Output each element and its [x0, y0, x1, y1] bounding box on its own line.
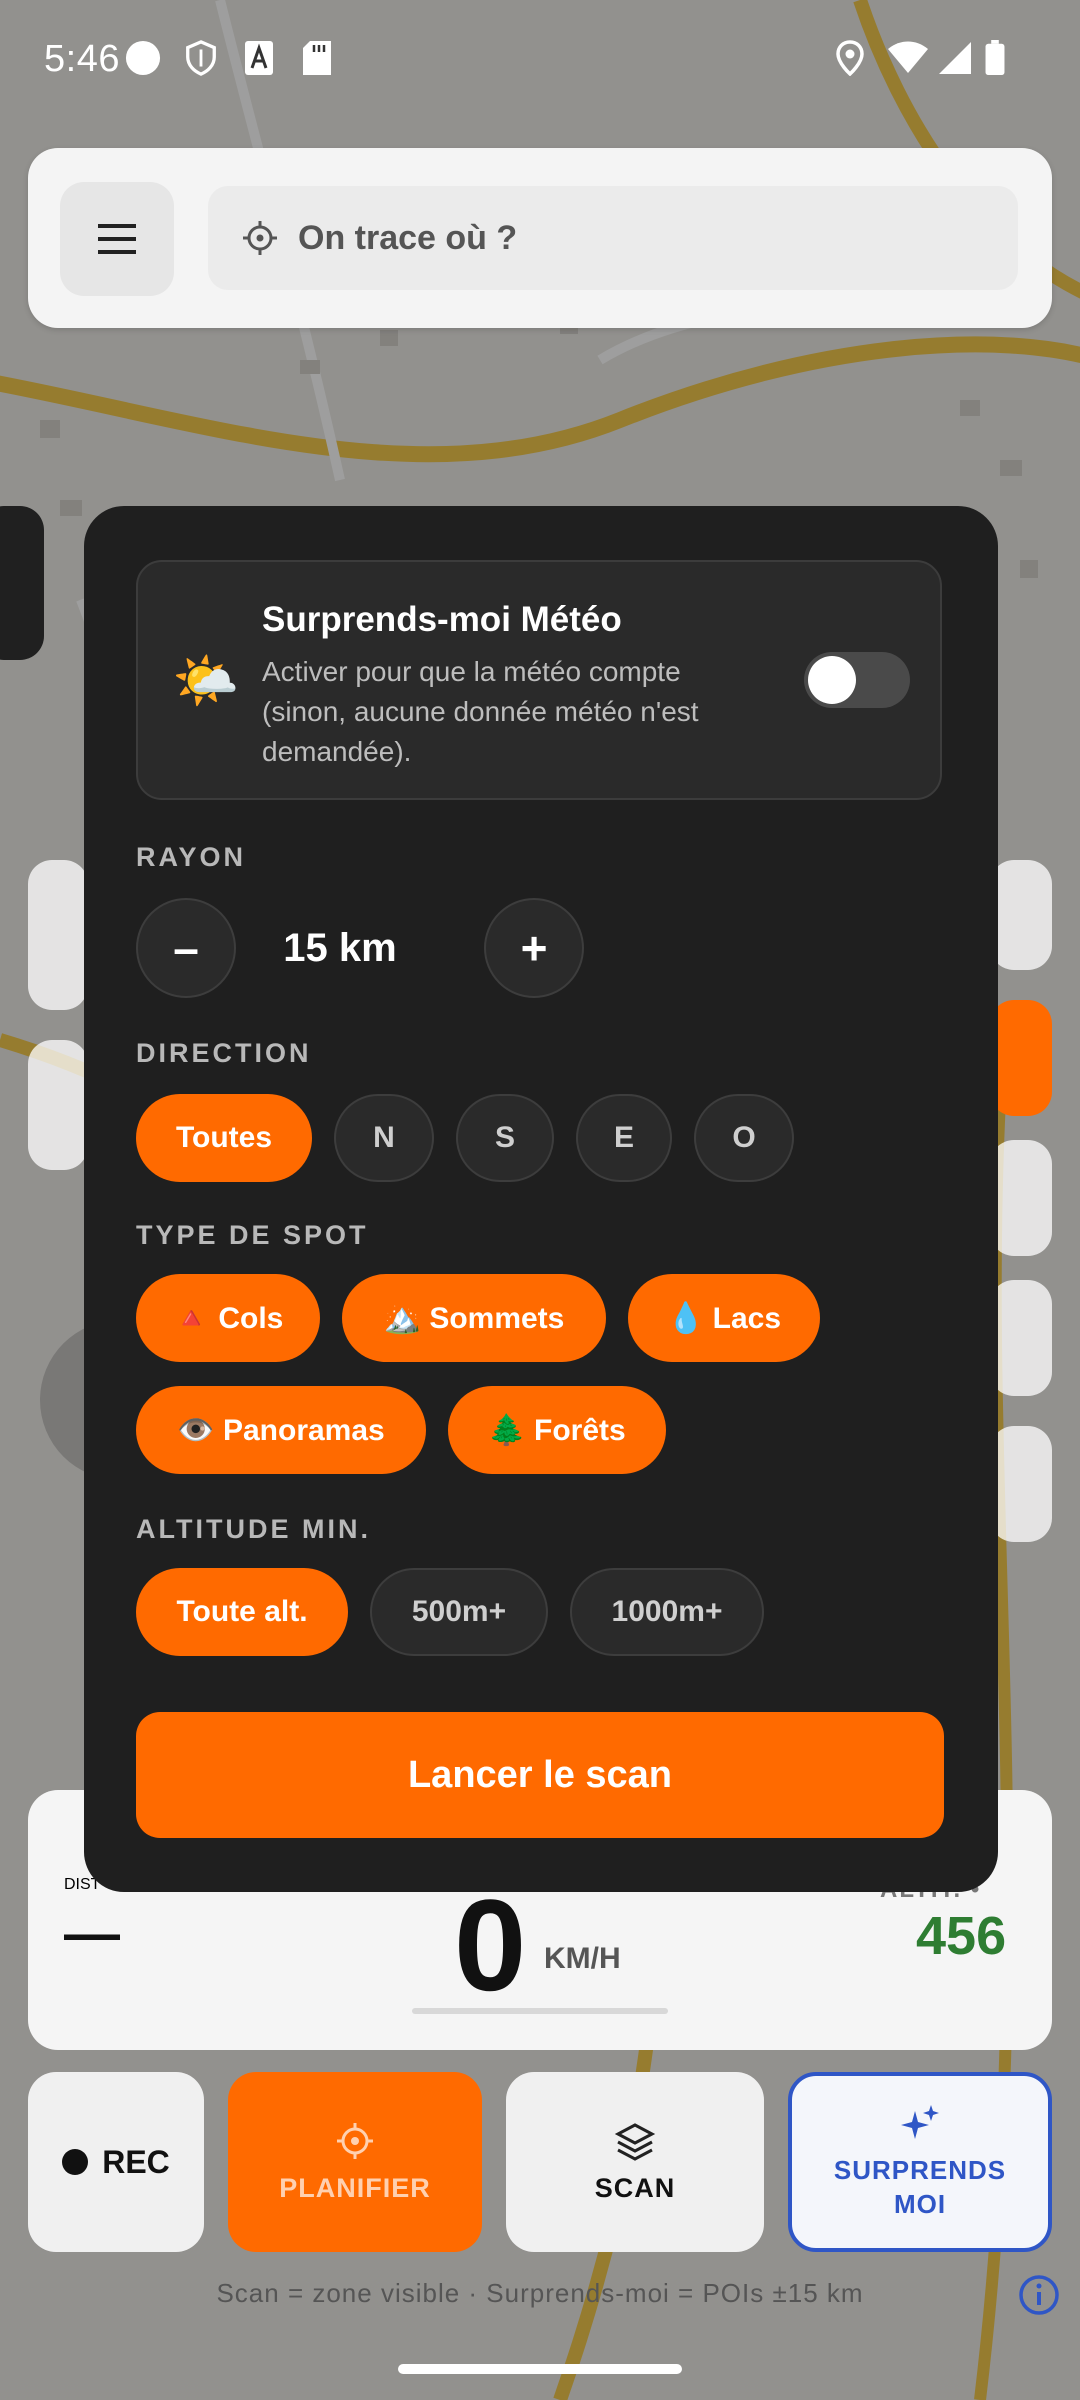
search-card: On trace où ?	[28, 148, 1052, 328]
direction-chip-all[interactable]: Toutes	[136, 1094, 312, 1182]
sparkle-icon	[901, 2105, 939, 2139]
font-icon	[245, 41, 273, 75]
wifi-icon	[888, 41, 928, 73]
altitude-value: 456	[916, 1906, 1007, 1966]
weather-icon: 🌤️	[172, 651, 240, 711]
direction-chip-e[interactable]: E	[576, 1094, 672, 1182]
speed-progress-track	[412, 2008, 668, 2014]
surprise-me-button[interactable]: SURPRENDS MOI	[788, 2072, 1052, 2252]
dist-value: —	[64, 1901, 120, 1964]
plan-button[interactable]: PLANIFIER	[228, 2072, 482, 2252]
spot-chip-cols[interactable]: 🔺 Cols	[136, 1274, 320, 1362]
speed-unit: KM/H	[544, 1942, 621, 1975]
status-bar: 5:46	[0, 0, 1080, 118]
search-placeholder: On trace où ?	[298, 218, 518, 257]
layers-icon	[614, 2122, 656, 2161]
right-widget-peek-3	[990, 1280, 1052, 1396]
spot-chip-sommets[interactable]: 🏔️ Sommets	[342, 1274, 606, 1362]
search-input[interactable]: On trace où ?	[208, 186, 1018, 290]
toggle-knob	[808, 656, 856, 704]
launch-scan-button[interactable]: Lancer le scan	[136, 1712, 944, 1838]
spot-chip-panoramas[interactable]: 👁️ Panoramas	[136, 1386, 426, 1474]
direction-chip-n[interactable]: N	[334, 1094, 434, 1182]
right-widget-peek	[990, 860, 1052, 970]
direction-label: DIRECTION	[136, 1038, 312, 1068]
battery-icon	[985, 40, 1005, 76]
spot-type-label: TYPE DE SPOT	[136, 1220, 369, 1250]
spot-chip-forets[interactable]: 🌲 Forêts	[448, 1386, 666, 1474]
radius-plus-button[interactable]: +	[484, 898, 584, 998]
radius-minus-button[interactable]: –	[136, 898, 236, 998]
speed-value: 0	[454, 1872, 527, 2018]
info-icon[interactable]	[1018, 2274, 1060, 2316]
hint-text: Scan = zone visible · Surprends-moi = PO…	[216, 2278, 864, 2308]
sd-card-icon	[303, 41, 331, 75]
right-orange-peek	[990, 1000, 1052, 1116]
rec-button[interactable]: REC	[28, 2072, 204, 2252]
left-panel-peek	[0, 506, 44, 660]
surprise-dialog: 🌤️ Surprends-moi Météo Activer pour que …	[84, 506, 998, 1892]
left-widget-peek-2	[28, 1040, 88, 1170]
meteo-toggle[interactable]	[804, 652, 910, 708]
left-widget-peek	[28, 860, 88, 1010]
altitude-chip-any[interactable]: Toute alt.	[136, 1568, 348, 1656]
menu-button[interactable]	[60, 182, 174, 296]
home-indicator[interactable]	[398, 2364, 682, 2374]
meteo-card: 🌤️ Surprends-moi Météo Activer pour que …	[136, 560, 942, 800]
scan-button[interactable]: SCAN	[506, 2072, 764, 2252]
right-widget-peek-2	[990, 1140, 1052, 1256]
altitude-label: ALTITUDE MIN.	[136, 1514, 371, 1544]
record-dot-icon	[62, 2149, 89, 2175]
direction-chip-s[interactable]: S	[456, 1094, 554, 1182]
circle-icon	[125, 40, 161, 76]
rec-label: REC	[102, 2143, 170, 2180]
altitude-chip-500[interactable]: 500m+	[370, 1568, 548, 1656]
right-widget-peek-4	[990, 1426, 1052, 1542]
crosshair-icon	[243, 221, 277, 255]
target-icon	[337, 2122, 373, 2159]
spot-chip-lacs[interactable]: 💧 Lacs	[628, 1274, 820, 1362]
surprise-label: SURPRENDS MOI	[833, 2155, 1007, 2219]
meteo-title: Surprends-moi Météo	[262, 600, 622, 639]
plan-label: PLANIFIER	[279, 2172, 431, 2203]
scan-label: SCAN	[594, 2172, 676, 2203]
status-time: 5:46	[44, 38, 120, 80]
location-icon	[836, 40, 864, 76]
meteo-description: Activer pour que la météo compte (sinon,…	[262, 656, 699, 767]
signal-icon	[939, 42, 971, 74]
radius-value: 15 km	[283, 926, 397, 970]
direction-chip-o[interactable]: O	[694, 1094, 794, 1182]
radius-label: RAYON	[136, 842, 247, 872]
shield-icon	[186, 40, 216, 76]
hamburger-icon	[98, 224, 136, 254]
altitude-chip-1000[interactable]: 1000m+	[570, 1568, 764, 1656]
